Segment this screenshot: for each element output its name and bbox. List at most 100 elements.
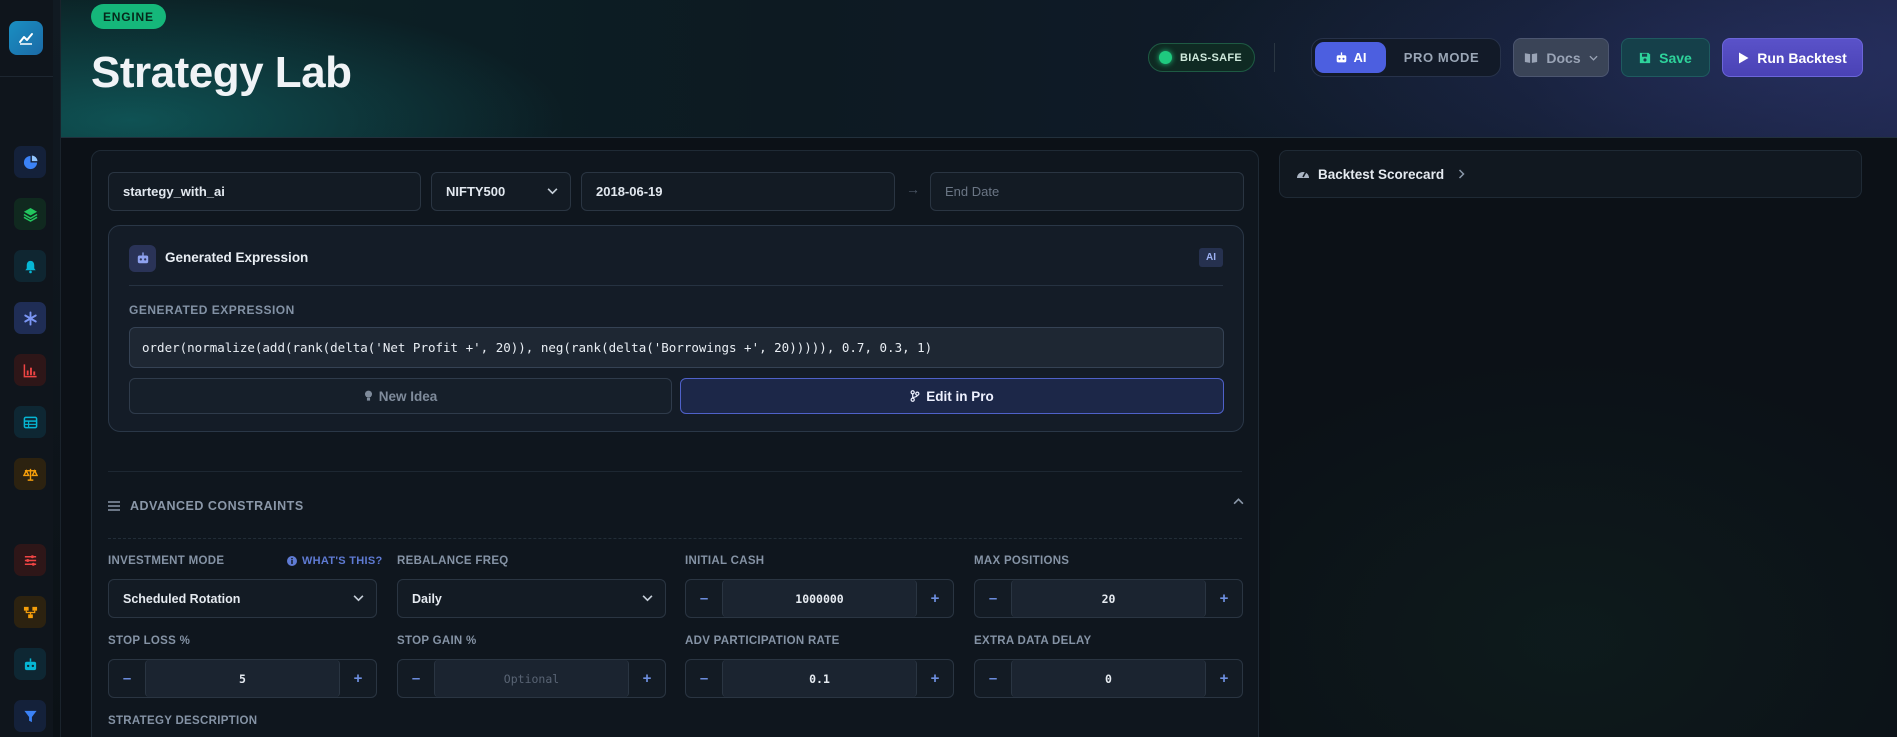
mode-ai-label: AI <box>1353 50 1367 65</box>
book-icon <box>1525 52 1538 63</box>
decrement-button[interactable]: – <box>398 660 434 697</box>
docs-button[interactable]: Docs <box>1513 38 1609 77</box>
universe-select[interactable]: NIFTY500 <box>431 172 571 211</box>
adv-participation-stepper: – 0.1 + <box>685 659 954 698</box>
max-positions-stepper: – 20 + <box>974 579 1243 618</box>
adv-participation-input[interactable]: 0.1 <box>722 660 917 697</box>
adv-participation-label: ADV PARTICIPATION RATE <box>685 635 840 647</box>
mode-pro-button[interactable]: PRO MODE <box>1386 50 1497 65</box>
extra-data-delay-stepper: – 0 + <box>974 659 1243 698</box>
app-logo-button[interactable] <box>9 21 43 55</box>
edit-in-pro-button[interactable]: Edit in Pro <box>680 378 1224 414</box>
mode-ai-button[interactable]: AI <box>1315 42 1386 73</box>
new-idea-button[interactable]: New Idea <box>129 378 672 414</box>
backtest-scorecard-header[interactable]: Backtest Scorecard <box>1279 150 1862 198</box>
robot-icon <box>1336 51 1346 62</box>
sidebar-item-tables[interactable] <box>14 406 46 438</box>
increment-button[interactable]: + <box>629 660 665 697</box>
docs-label: Docs <box>1546 49 1581 66</box>
sidebar-item-strategy-lab[interactable] <box>14 302 46 334</box>
expression-field[interactable]: order(normalize(add(rank(delta('Net Prof… <box>129 327 1224 368</box>
start-date-input[interactable]: 2018-06-19 <box>581 172 895 211</box>
strategy-form-panel: startegy_with_ai NIFTY500 2018-06-19 → E… <box>91 150 1259 737</box>
decrement-button[interactable]: – <box>975 580 1011 617</box>
sidebar-item-ai-assistant[interactable] <box>14 648 46 680</box>
decrement-button[interactable]: – <box>109 660 145 697</box>
increment-button[interactable]: + <box>340 660 376 697</box>
increment-button[interactable]: + <box>917 580 953 617</box>
edit-in-pro-label: Edit in Pro <box>926 388 994 404</box>
end-date-input[interactable]: End Date <box>930 172 1244 211</box>
stop-gain-stepper: – Optional + <box>397 659 666 698</box>
card-divider <box>129 285 1223 286</box>
strategy-description-label: STRATEGY DESCRIPTION <box>108 715 258 727</box>
dashed-divider <box>108 538 1242 539</box>
sidebar-item-analytics[interactable] <box>14 354 46 386</box>
max-positions-input[interactable]: 20 <box>1011 580 1206 617</box>
decrement-button[interactable]: – <box>686 580 722 617</box>
sidebar-item-settings[interactable] <box>14 544 46 576</box>
investment-mode-label: INVESTMENT MODE <box>108 555 225 567</box>
right-panel-background <box>1270 138 1897 737</box>
whats-this-link[interactable]: WHAT'S THIS? <box>287 555 383 567</box>
sidebar-item-alerts[interactable] <box>14 250 46 282</box>
bar-chart-icon <box>23 363 37 377</box>
chart-line-icon <box>19 33 33 45</box>
sidebar-item-compare[interactable] <box>14 458 46 490</box>
flow-icon <box>23 606 37 618</box>
expression-label: GENERATED EXPRESSION <box>129 303 295 317</box>
strategy-name-input[interactable]: startegy_with_ai <box>108 172 421 211</box>
sidebar-item-portfolio[interactable] <box>14 146 46 178</box>
extra-data-delay-input[interactable]: 0 <box>1011 660 1206 697</box>
table-icon <box>23 416 37 428</box>
date-range-arrow: → <box>906 181 920 197</box>
increment-button[interactable]: + <box>1206 660 1242 697</box>
sidebar-item-layers[interactable] <box>14 198 46 230</box>
decrement-button[interactable]: – <box>975 660 1011 697</box>
rebalance-freq-value: Daily <box>412 591 442 606</box>
chevron-right-icon <box>1459 169 1465 179</box>
chevron-down-icon <box>642 595 653 602</box>
advanced-constraints-toggle[interactable]: ADVANCED CONSTRAINTS <box>108 496 1244 516</box>
asterisk-icon <box>23 310 37 326</box>
sidebar-rail <box>53 0 61 737</box>
mode-toggle: AI PRO MODE <box>1311 38 1501 77</box>
whats-this-label: WHAT'S THIS? <box>302 555 383 567</box>
investment-mode-select[interactable]: Scheduled Rotation <box>108 579 377 618</box>
save-label: Save <box>1659 49 1692 66</box>
section-divider <box>108 471 1242 472</box>
initial-cash-stepper: – 1000000 + <box>685 579 954 618</box>
gauge-icon <box>1297 172 1309 178</box>
sliders-icon <box>24 554 36 566</box>
decrement-button[interactable]: – <box>686 660 722 697</box>
layers-icon <box>23 207 37 222</box>
initial-cash-input[interactable]: 1000000 <box>722 580 917 617</box>
sidebar-item-screener[interactable] <box>14 700 46 732</box>
play-icon <box>1739 52 1749 63</box>
sidebar-item-workflow[interactable] <box>14 596 46 628</box>
initial-cash-label: INITIAL CASH <box>685 555 765 567</box>
chevron-down-icon <box>547 188 558 195</box>
chevron-down-icon <box>353 595 364 602</box>
stop-loss-input[interactable]: 5 <box>145 660 340 697</box>
generated-expression-card: Generated Expression AI GENERATED EXPRES… <box>108 225 1244 432</box>
bias-safe-badge: BIAS-SAFE <box>1148 43 1255 72</box>
advanced-constraints-title: ADVANCED CONSTRAINTS <box>130 499 304 513</box>
bias-safe-label: BIAS-SAFE <box>1180 51 1242 64</box>
sidebar <box>0 0 61 737</box>
increment-button[interactable]: + <box>917 660 953 697</box>
scale-icon <box>22 468 38 481</box>
sidebar-divider <box>0 76 53 77</box>
ai-tag-badge: AI <box>1199 248 1223 267</box>
run-backtest-button[interactable]: Run Backtest <box>1722 38 1863 77</box>
extra-data-delay-label: EXTRA DATA DELAY <box>974 635 1092 647</box>
rebalance-freq-select[interactable]: Daily <box>397 579 666 618</box>
stop-loss-label: STOP LOSS % <box>108 635 191 647</box>
status-dot-icon <box>1159 51 1172 64</box>
max-positions-label: MAX POSITIONS <box>974 555 1070 567</box>
save-button[interactable]: Save <box>1621 38 1710 77</box>
pie-chart-icon <box>23 154 38 169</box>
increment-button[interactable]: + <box>1206 580 1242 617</box>
stop-gain-input[interactable]: Optional <box>434 660 629 697</box>
stop-loss-stepper: – 5 + <box>108 659 377 698</box>
